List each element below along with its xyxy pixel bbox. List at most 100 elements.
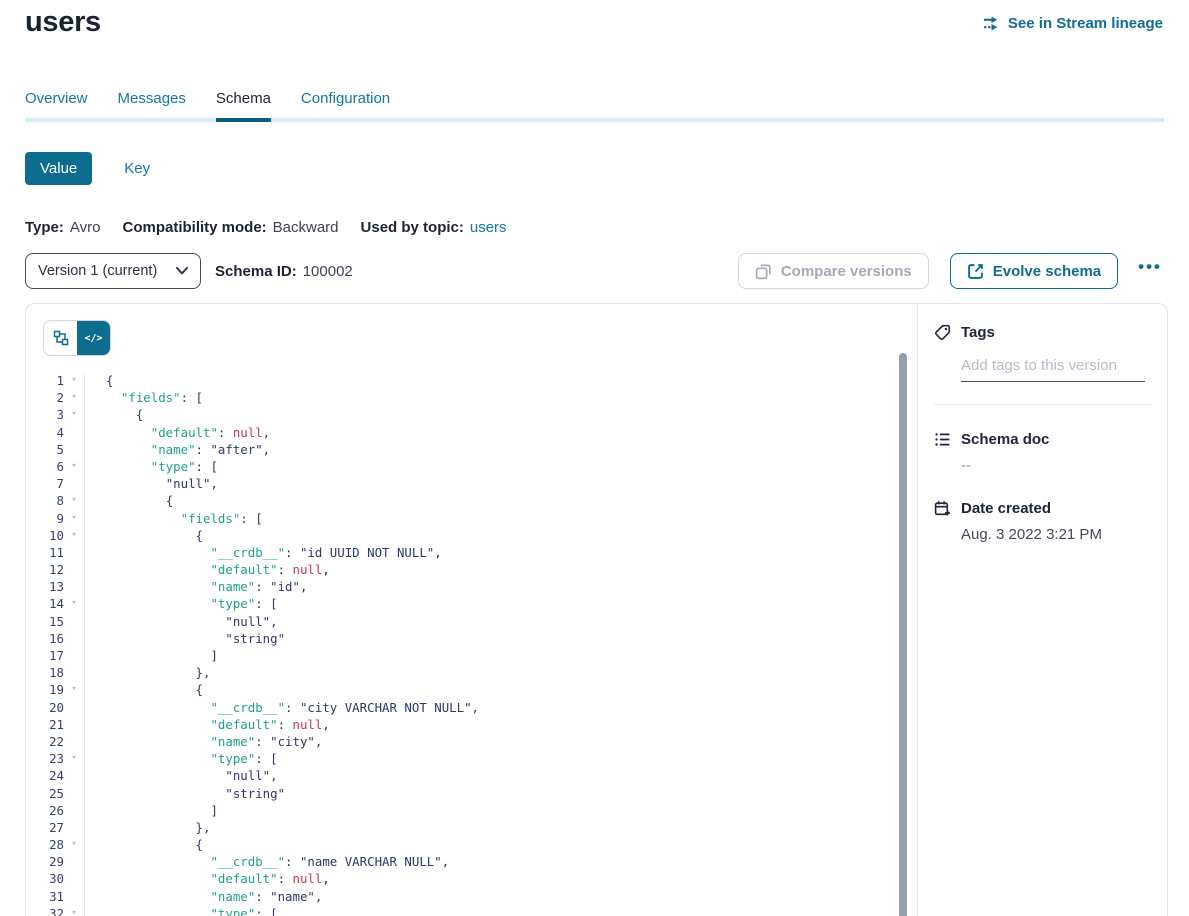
fold-caret-icon[interactable]: ▾ bbox=[64, 905, 85, 916]
code-line: 20 "__crdb__": "city VARCHAR NOT NULL", bbox=[26, 699, 901, 716]
fold-caret-icon[interactable]: ▾ bbox=[64, 750, 85, 767]
code-line: 1▾{ bbox=[26, 372, 901, 389]
code-line: 8▾ { bbox=[26, 492, 901, 509]
code-line: 27 }, bbox=[26, 819, 901, 836]
code-text: "type": [ bbox=[85, 905, 278, 916]
tab-schema[interactable]: Schema bbox=[216, 88, 271, 122]
calendar-plus-icon bbox=[934, 500, 951, 517]
key-toggle-button[interactable]: Key bbox=[124, 160, 150, 177]
fold-caret-empty bbox=[64, 544, 85, 561]
code-line: 9▾ "fields": [ bbox=[26, 510, 901, 527]
line-number: 11 bbox=[26, 544, 64, 561]
fold-caret-icon[interactable]: ▾ bbox=[64, 372, 85, 389]
fold-caret-icon[interactable]: ▾ bbox=[64, 836, 85, 853]
code-line: 3▾ { bbox=[26, 406, 901, 423]
tags-section-header: Tags bbox=[934, 324, 1151, 341]
schema-doc-value: -- bbox=[961, 457, 1151, 474]
line-number: 6 bbox=[26, 458, 64, 475]
tab-configuration[interactable]: Configuration bbox=[301, 88, 390, 118]
code-line: 4 "default": null, bbox=[26, 424, 901, 441]
date-created-section: Date created Aug. 3 2022 3:21 PM bbox=[934, 500, 1151, 543]
code-text: "string" bbox=[85, 785, 285, 802]
line-number: 20 bbox=[26, 699, 64, 716]
code-text: "fields": [ bbox=[85, 389, 203, 406]
tab-messages[interactable]: Messages bbox=[118, 88, 186, 118]
code-text: "null", bbox=[85, 475, 218, 492]
code-text: { bbox=[85, 372, 113, 389]
code-line: 14▾ "type": [ bbox=[26, 595, 901, 612]
schema-doc-header: Schema doc bbox=[934, 431, 1151, 448]
schema-meta: Type: Avro Compatibility mode: Backward … bbox=[25, 219, 507, 236]
tags-input[interactable] bbox=[961, 355, 1145, 382]
line-number: 2 bbox=[26, 389, 64, 406]
fold-caret-icon[interactable]: ▾ bbox=[64, 681, 85, 698]
line-number: 25 bbox=[26, 785, 64, 802]
code-line: 16 "string" bbox=[26, 630, 901, 647]
page-title: users bbox=[25, 6, 101, 39]
code-line: 7 "null", bbox=[26, 475, 901, 492]
fold-caret-icon[interactable]: ▾ bbox=[64, 458, 85, 475]
schema-controls: Version 1 (current) Schema ID: 100002 Co… bbox=[25, 253, 1168, 289]
evolve-schema-button[interactable]: Evolve schema bbox=[950, 253, 1118, 289]
fold-caret-icon[interactable]: ▾ bbox=[64, 527, 85, 544]
fold-caret-icon[interactable]: ▾ bbox=[64, 492, 85, 509]
code-text: "default": null, bbox=[85, 716, 330, 733]
fold-caret-empty bbox=[64, 733, 85, 750]
evolve-schema-label: Evolve schema bbox=[993, 263, 1101, 280]
line-number: 10 bbox=[26, 527, 64, 544]
stream-lineage-link[interactable]: See in Stream lineage bbox=[983, 15, 1163, 32]
code-line: 26 ] bbox=[26, 802, 901, 819]
code-text: "default": null, bbox=[85, 424, 270, 441]
code-view-icon: </> bbox=[84, 333, 102, 344]
compatibility-label: Compatibility mode: bbox=[122, 219, 266, 236]
fold-caret-icon[interactable]: ▾ bbox=[64, 389, 85, 406]
schema-doc-title: Schema doc bbox=[961, 431, 1049, 448]
code-line: 29 "__crdb__": "name VARCHAR NULL", bbox=[26, 853, 901, 870]
code-line: 10▾ { bbox=[26, 527, 901, 544]
fold-caret-empty bbox=[64, 647, 85, 664]
date-created-value: Aug. 3 2022 3:21 PM bbox=[961, 526, 1151, 543]
code-text: "type": [ bbox=[85, 458, 218, 475]
line-number: 27 bbox=[26, 819, 64, 836]
fold-caret-icon[interactable]: ▾ bbox=[64, 406, 85, 423]
code-text: "__crdb__": "city VARCHAR NOT NULL", bbox=[85, 699, 479, 716]
code-text: "name": "id", bbox=[85, 578, 307, 595]
compare-versions-button[interactable]: Compare versions bbox=[738, 253, 929, 289]
code-text: ] bbox=[85, 647, 218, 664]
code-text: { bbox=[85, 492, 173, 509]
date-created-title: Date created bbox=[961, 500, 1051, 517]
code-text: { bbox=[85, 406, 143, 423]
line-number: 3 bbox=[26, 406, 64, 423]
fold-caret-icon[interactable]: ▾ bbox=[64, 595, 85, 612]
code-line: 32▾ "type": [ bbox=[26, 905, 901, 916]
code-line: 25 "string" bbox=[26, 785, 901, 802]
fold-caret-empty bbox=[64, 424, 85, 441]
code-line: 6▾ "type": [ bbox=[26, 458, 901, 475]
version-select-value: Version 1 (current) bbox=[38, 263, 157, 279]
line-number: 21 bbox=[26, 716, 64, 733]
line-number: 5 bbox=[26, 441, 64, 458]
code-line: 12 "default": null, bbox=[26, 561, 901, 578]
code-view-button[interactable]: </> bbox=[77, 321, 110, 355]
fold-caret-icon[interactable]: ▾ bbox=[64, 510, 85, 527]
meta-compatibility: Compatibility mode: Backward bbox=[122, 219, 338, 236]
topic-link[interactable]: users bbox=[470, 219, 507, 236]
code-line: 17 ] bbox=[26, 647, 901, 664]
version-select[interactable]: Version 1 (current) bbox=[25, 253, 201, 289]
code-line: 2▾ "fields": [ bbox=[26, 389, 901, 406]
compatibility-value: Backward bbox=[273, 219, 339, 236]
tree-view-icon bbox=[53, 330, 69, 346]
line-number: 29 bbox=[26, 853, 64, 870]
value-toggle-button[interactable]: Value bbox=[25, 152, 92, 185]
date-created-header: Date created bbox=[934, 500, 1151, 517]
code-text: "name": "city", bbox=[85, 733, 322, 750]
tree-view-button[interactable] bbox=[44, 321, 77, 355]
code-text: "fields": [ bbox=[85, 510, 263, 527]
more-options-button[interactable]: ••• bbox=[1132, 257, 1168, 285]
line-number: 1 bbox=[26, 372, 64, 389]
line-number: 15 bbox=[26, 613, 64, 630]
code-line: 18 }, bbox=[26, 664, 901, 681]
editor-scrollbar[interactable] bbox=[899, 353, 907, 916]
list-icon bbox=[934, 431, 951, 448]
tab-overview[interactable]: Overview bbox=[25, 88, 88, 118]
